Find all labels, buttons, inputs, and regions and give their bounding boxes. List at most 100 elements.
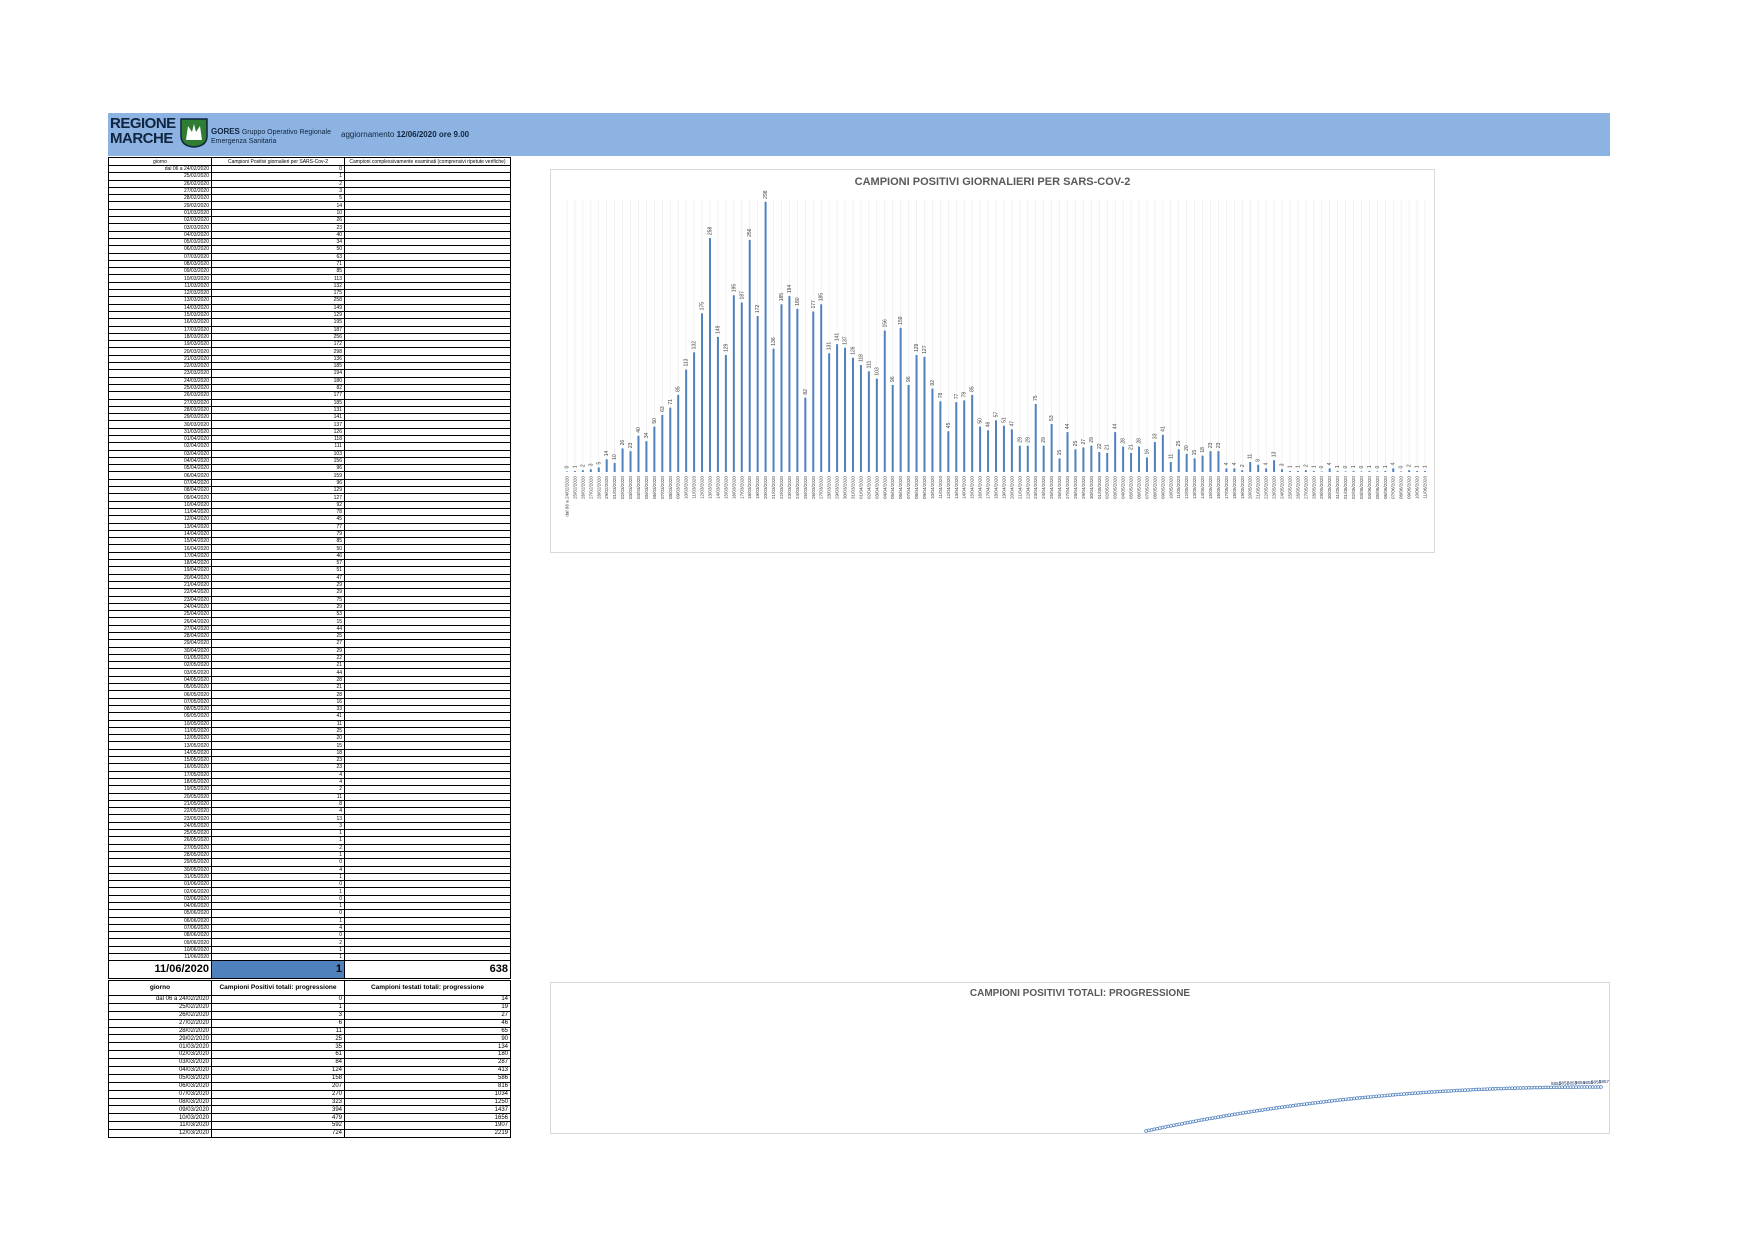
cell-giorno: 30/03/2020: [108, 420, 212, 429]
x-tick-label: 05/03/2020: [644, 476, 649, 499]
x-tick-label: 10/04/2020: [930, 476, 935, 499]
line-point: [1527, 1086, 1531, 1090]
line-point: [1516, 1086, 1520, 1090]
cell-positivi: 131: [211, 405, 345, 415]
cell-giorno: 13/05/2020: [108, 741, 212, 750]
line-point: [1371, 1094, 1376, 1099]
table-row: 25/02/2020 1: [108, 172, 511, 181]
line-point: [1355, 1096, 1359, 1100]
cell-giorno: 15/04/2020: [108, 537, 212, 546]
line-point: [1413, 1091, 1417, 1095]
cell-positivi: 8: [211, 799, 345, 809]
data-label: 1: [1311, 465, 1317, 468]
table-row: 12/04/2020 45: [108, 515, 511, 524]
x-tick-label: 29/04/2020: [1081, 476, 1086, 499]
table-row: 13/04/2020 77: [108, 522, 511, 531]
bar: [1122, 446, 1125, 472]
table-row: 11/03/2020 132: [108, 281, 511, 291]
data-label: 29: [1041, 437, 1047, 443]
table-row: 11/04/2020 78: [108, 507, 511, 517]
cell-giorno: 29/03/2020: [108, 413, 212, 422]
data-label: 159: [898, 316, 904, 325]
data-label: 111: [866, 361, 872, 369]
x-tick-label: 27/05/2020: [1303, 476, 1308, 499]
table-row: 22/04/2020 29: [108, 588, 511, 597]
cumulative-positives-plot: 5852585258535854585558565857: [1144, 1079, 1609, 1133]
data-label: 1: [1415, 465, 1421, 468]
cell-giorno: 26/02/2020: [108, 179, 212, 188]
line-point: [1152, 1127, 1157, 1131]
table-row: 09/03/2020 394 1437: [108, 1105, 511, 1115]
bar: [1408, 470, 1411, 472]
data-label: 71: [668, 399, 674, 405]
line-point: [1349, 1097, 1354, 1101]
table-row: 09/03/2020 85: [108, 267, 511, 276]
cell-positivi-totali: 323: [211, 1097, 345, 1107]
line-point: [1488, 1087, 1492, 1091]
cell-positivi: 149: [211, 303, 345, 312]
cell-campioni: [344, 639, 511, 648]
line-point: [1416, 1091, 1420, 1095]
cell-campioni: [344, 843, 511, 852]
bar: [955, 402, 958, 472]
daily-positives-chart: CAMPIONI POSITIVI GIORNALIERI PER SARS-C…: [550, 169, 1435, 553]
x-tick-label: 04/05/2020: [1121, 476, 1126, 499]
col-positivi-totali: Campioni Positivi totali: progressione: [211, 980, 345, 996]
cell-campioni: [344, 449, 511, 458]
cumulative-positives-chart: CAMPIONI POSITIVI TOTALI: PROGRESSIONE 5…: [550, 982, 1610, 1134]
cell-giorno: 12/03/2020: [108, 289, 212, 298]
data-label: 3: [588, 463, 594, 466]
cell-campioni: [344, 427, 511, 437]
cell-giorno: 19/05/2020: [108, 785, 212, 794]
cell-giorno: 05/05/2020: [108, 683, 212, 692]
cell-giorno: 04/04/2020: [108, 456, 212, 466]
table-row: 19/03/2020 172: [108, 340, 511, 349]
cell-positivi: 28: [211, 690, 345, 699]
cell-positivi: 127: [211, 493, 345, 502]
line-point: [1194, 1119, 1198, 1123]
bar: [716, 336, 719, 472]
x-tick-label: 20/03/2020: [763, 476, 768, 499]
col-positivi: Campioni Positivi giornalieri per SARS-C…: [211, 157, 345, 166]
line-point: [1313, 1101, 1317, 1105]
bar: [1376, 471, 1379, 472]
cell-giorno: 27/02/2020: [108, 1018, 212, 1028]
x-tick-label: 01/04/2020: [858, 476, 863, 499]
cell-positivi-totali: 479: [211, 1113, 345, 1123]
cell-campioni: [344, 500, 511, 509]
cell-positivi: 85: [211, 267, 345, 276]
x-tick-label: 03/06/2020: [1359, 476, 1364, 499]
cell-campioni: [344, 369, 511, 378]
line-point: [1163, 1125, 1168, 1129]
x-tick-label: 17/03/2020: [739, 476, 744, 499]
line-point: [1274, 1106, 1279, 1110]
x-tick-label: 10/05/2020: [1168, 476, 1173, 499]
cell-campioni: [344, 580, 511, 590]
table-row: 11/05/2020 25: [108, 726, 511, 736]
table-row: 21/05/2020 8: [108, 799, 511, 809]
bar: [1018, 445, 1021, 472]
line-point: [1269, 1106, 1273, 1111]
cell-campioni: [344, 624, 511, 634]
cell-positivi-totali: 3: [211, 1010, 345, 1020]
data-label: 1: [1367, 465, 1373, 468]
cell-positivi-selected[interactable]: 1: [211, 960, 345, 980]
cell-campioni: [344, 354, 511, 364]
line-point: [1574, 1085, 1578, 1089]
cell-giorno: 01/06/2020: [108, 880, 212, 889]
bar: [1328, 468, 1331, 472]
bar: [1217, 451, 1220, 472]
bar: [677, 394, 680, 472]
cell-positivi: 0: [211, 880, 345, 889]
cell-giorno: 25/03/2020: [108, 383, 212, 393]
line-point: [1249, 1109, 1254, 1114]
line-point: [1244, 1110, 1248, 1115]
cell-positivi: 3: [211, 821, 345, 831]
cell-campioni-totali: 1437: [344, 1105, 511, 1115]
cell-positivi: 10: [211, 208, 345, 218]
cell-giorno: 22/03/2020: [108, 361, 212, 371]
cell-positivi: 0: [211, 164, 345, 174]
x-tick-label: 12/03/2020: [700, 476, 705, 499]
cell-giorno: 04/03/2020: [108, 1066, 212, 1075]
table-row: 11/06/2020 1: [108, 953, 511, 962]
